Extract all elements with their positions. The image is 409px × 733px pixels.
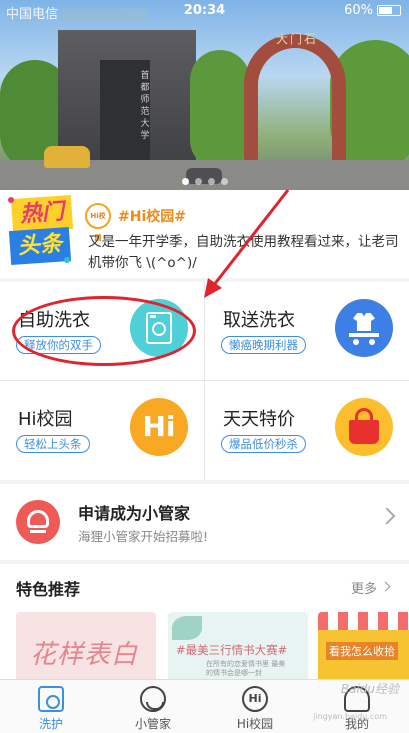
battery-percent: 60% [344,3,373,18]
banner-tree [190,50,250,170]
tab-hi-campus[interactable]: Hi Hi校园 [204,680,306,733]
featured-title: 特色推荐 [16,580,81,599]
highlight-circle [12,296,196,366]
card-subtext: 在所有的恋爱情书里 最美的情书会是哪一封 [206,660,286,677]
leaf-decoration [172,616,202,640]
tab-label: 洗护 [38,717,63,731]
keeper-icon [16,500,60,544]
service-daily-deals[interactable]: 天天特价 爆品低价秒杀 [205,381,409,479]
watermark-url: jingyan.baidu.com [313,712,387,721]
delivery-cart-icon [335,299,393,357]
battery-icon [377,5,401,16]
featured-more-link[interactable]: 更多 [351,578,377,597]
service-tag: 轻松上头条 [16,435,90,453]
carousel-dot-active[interactable] [181,178,189,185]
awning-decoration [318,612,409,630]
featured-section: 特色推荐 更多 花样表白 #最美三行情书大赛# 在所有的恋爱情书里 最美的情书会… [0,564,409,679]
service-title: Hi校园 [18,409,73,430]
status-bar: 中国电信 20:34 60% [0,0,409,22]
featured-card[interactable]: 花样表白 [16,612,156,679]
tab-laundry[interactable]: 洗护 [0,680,102,733]
annotation-arrow [204,189,290,298]
recruit-title: 申请成为小管家 [78,504,191,523]
battery-status: 60% [344,3,401,18]
featured-card[interactable]: #最美三行情书大赛# 在所有的恋爱情书里 最美的情书会是哪一封 [168,612,308,679]
recruit-subtitle: 海狸小管家开始招募啦! [78,529,209,544]
campus-banner[interactable]: 首都师范大学 大门石 [0,0,409,190]
service-tag: 爆品低价秒杀 [221,435,306,453]
card-text: #最美三行情书大赛# [176,643,288,657]
keeper-tab-icon [140,686,166,712]
chevron-right-icon [378,507,396,525]
watermark: Baidu经验 [340,682,399,696]
grid-divider [204,282,205,480]
recruit-keeper-banner[interactable]: 申请成为小管家 海狸小管家开始招募啦! [0,484,409,560]
carousel-dot[interactable] [220,178,228,185]
service-title: 天天特价 [223,409,295,430]
featured-card[interactable]: 看我怎么收拾 [318,612,409,679]
building-sign: 首都师范大学 [140,71,150,141]
chevron-right-icon [380,581,391,592]
hot-news-badge: 热门 头条 [8,194,74,267]
card-text: 花样表白 [30,640,139,670]
carousel-dot[interactable] [207,178,215,185]
news-hashtag[interactable]: #Hi校园# [118,206,186,226]
hi-tab-icon: Hi [242,686,268,712]
banner-taxi [44,146,90,168]
service-hi-campus[interactable]: Hi校园 轻松上头条 Hi [0,381,204,479]
hi-icon: Hi [130,398,188,456]
tab-label: Hi校园 [236,717,274,731]
service-title: 取送洗衣 [223,310,295,331]
confetti-dot [8,197,14,203]
carousel-dot[interactable] [194,178,202,185]
app-screen: 首都师范大学 大门石 中国电信 20:34 60% 热门 头条 Hi校园 #Hi… [0,0,409,733]
tab-label: 小管家 [134,717,171,731]
hi-campus-logo: Hi校园 [85,203,111,242]
washer-tab-icon [38,686,64,712]
tab-keeper[interactable]: 小管家 [102,680,204,733]
confetti-dot [64,257,70,263]
shopping-bag-icon [335,398,393,456]
arch-sign: 大门石 [275,32,318,46]
grid-divider [0,380,409,381]
card-text: 看我怎么收拾 [326,642,398,660]
service-tag: 懒癌晚期利器 [221,336,306,354]
hot-badge-line2: 头条 [8,226,72,266]
